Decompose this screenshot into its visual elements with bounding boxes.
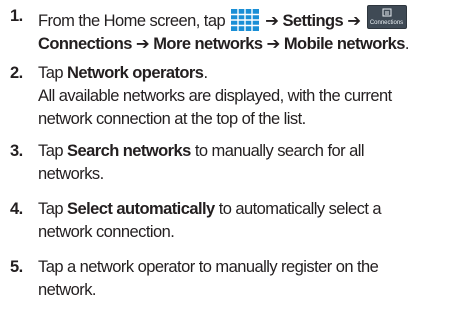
step-5: 5. Tap a network operator to manually re… bbox=[10, 256, 457, 302]
step-1: 1. From the Home screen, tap ➔ Settings … bbox=[10, 5, 457, 56]
step-2: 2. Tap Network operators. All available … bbox=[10, 62, 457, 131]
arrow: ➔ bbox=[261, 12, 283, 30]
step-text: to manually search for all bbox=[190, 142, 365, 160]
step-3-line-2: networks. bbox=[38, 165, 104, 183]
mobile-networks-label: Mobile networks bbox=[283, 35, 406, 53]
step-text: From the Home screen, tap bbox=[38, 12, 230, 30]
step-number: 5. bbox=[10, 258, 23, 276]
arrow: ➔ bbox=[262, 35, 284, 53]
search-networks-label: Search networks bbox=[67, 142, 191, 160]
connections-label: Connections bbox=[38, 35, 132, 53]
step-4-line-1: Tap Select automatically to automaticall… bbox=[38, 198, 457, 221]
step-text: Tap bbox=[38, 142, 67, 160]
step-number: 1. bbox=[10, 7, 23, 25]
step-2-note-line-1: All available networks are displayed, wi… bbox=[38, 87, 392, 105]
connections-icon-label: Connections bbox=[369, 20, 404, 26]
step-number: 4. bbox=[10, 200, 23, 218]
instruction-steps: 1. From the Home screen, tap ➔ Settings … bbox=[0, 0, 463, 332]
connections-tab-icon: Connections bbox=[366, 5, 407, 29]
step-3-line-1: Tap Search networks to manually search f… bbox=[38, 140, 457, 163]
step-2-line-1: Tap Network operators. bbox=[38, 62, 457, 85]
step-number: 2. bbox=[10, 64, 23, 82]
settings-label: Settings bbox=[282, 12, 344, 30]
arrow: ➔ bbox=[343, 12, 365, 30]
step-text: . bbox=[404, 35, 410, 53]
network-operators-label: Network operators bbox=[67, 64, 204, 82]
step-text: Tap bbox=[38, 200, 67, 218]
step-1-line-1: From the Home screen, tap ➔ Settings ➔ C… bbox=[38, 5, 457, 33]
step-5-line-2: network. bbox=[38, 281, 97, 299]
step-4-line-2: network connection. bbox=[38, 223, 175, 241]
step-3: 3. Tap Search networks to manually searc… bbox=[10, 140, 457, 186]
arrow: ➔ bbox=[131, 35, 154, 53]
apps-grid-icon bbox=[231, 9, 260, 31]
step-text: to automatically select a bbox=[214, 200, 382, 218]
step-text: Tap bbox=[38, 64, 67, 82]
step-4: 4. Tap Select automatically to automatic… bbox=[10, 198, 457, 244]
step-text: . bbox=[203, 64, 208, 82]
more-networks-label: More networks bbox=[153, 35, 263, 53]
step-2-note-line-2: network connection at the top of the lis… bbox=[38, 110, 306, 128]
step-5-line-1: Tap a network operator to manually regis… bbox=[38, 258, 379, 276]
select-automatically-label: Select automatically bbox=[67, 200, 215, 218]
step-1-line-2: Connections ➔ More networks ➔ Mobile net… bbox=[38, 33, 457, 56]
step-number: 3. bbox=[10, 142, 23, 160]
